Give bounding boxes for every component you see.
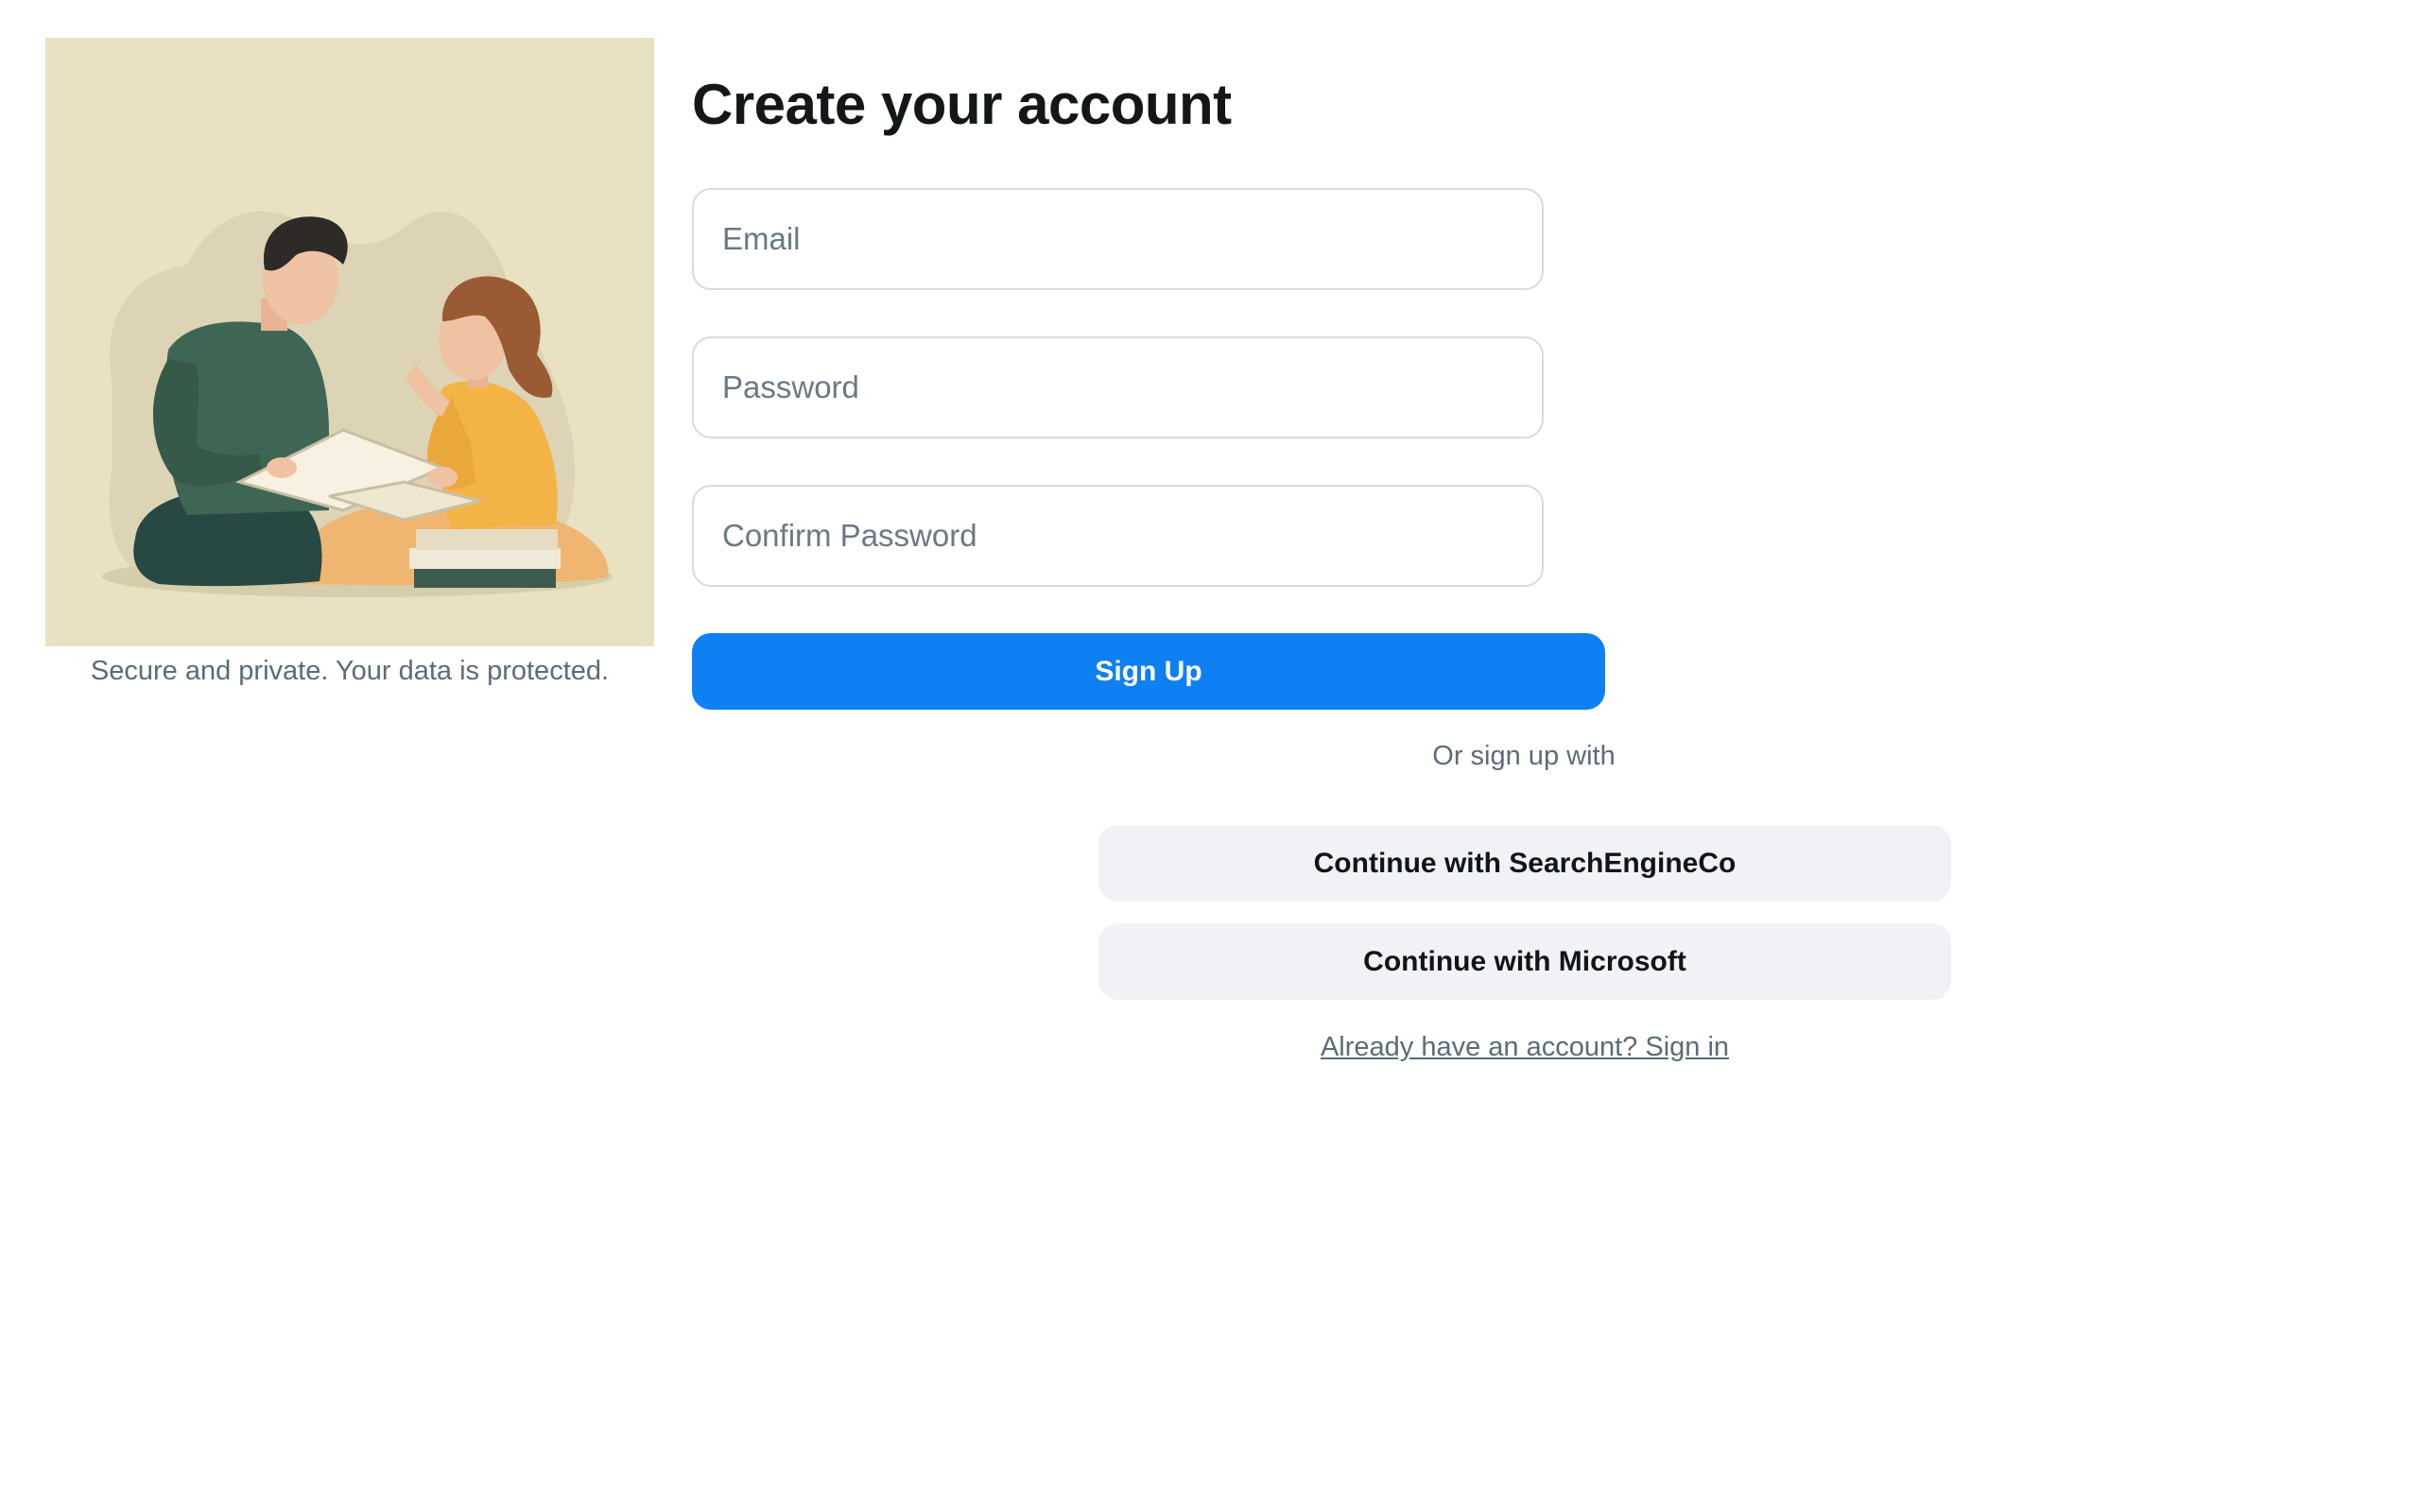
social-divider-text: Or sign up with [1432, 741, 1616, 771]
page-title: Create your account [692, 73, 1232, 136]
confirm-password-field[interactable] [692, 485, 1544, 587]
book-stack-3 [416, 529, 558, 550]
password-field[interactable] [692, 336, 1544, 438]
continue-with-searchengineco-button[interactable]: Continue with SearchEngineCo [1098, 825, 1951, 902]
woman-hand [427, 467, 458, 488]
email-field[interactable] [692, 188, 1544, 290]
book-stack-2 [409, 548, 561, 569]
illustration-caption: Secure and private. Your data is protect… [90, 656, 610, 686]
man-hand [267, 457, 297, 478]
sign-up-button[interactable]: Sign Up [692, 633, 1605, 710]
sign-in-link[interactable]: Already have an account? Sign in [1098, 1032, 1951, 1063]
illustration-image [45, 38, 654, 646]
book-stack-1 [414, 567, 556, 588]
continue-with-microsoft-button[interactable]: Continue with Microsoft [1098, 923, 1951, 1000]
